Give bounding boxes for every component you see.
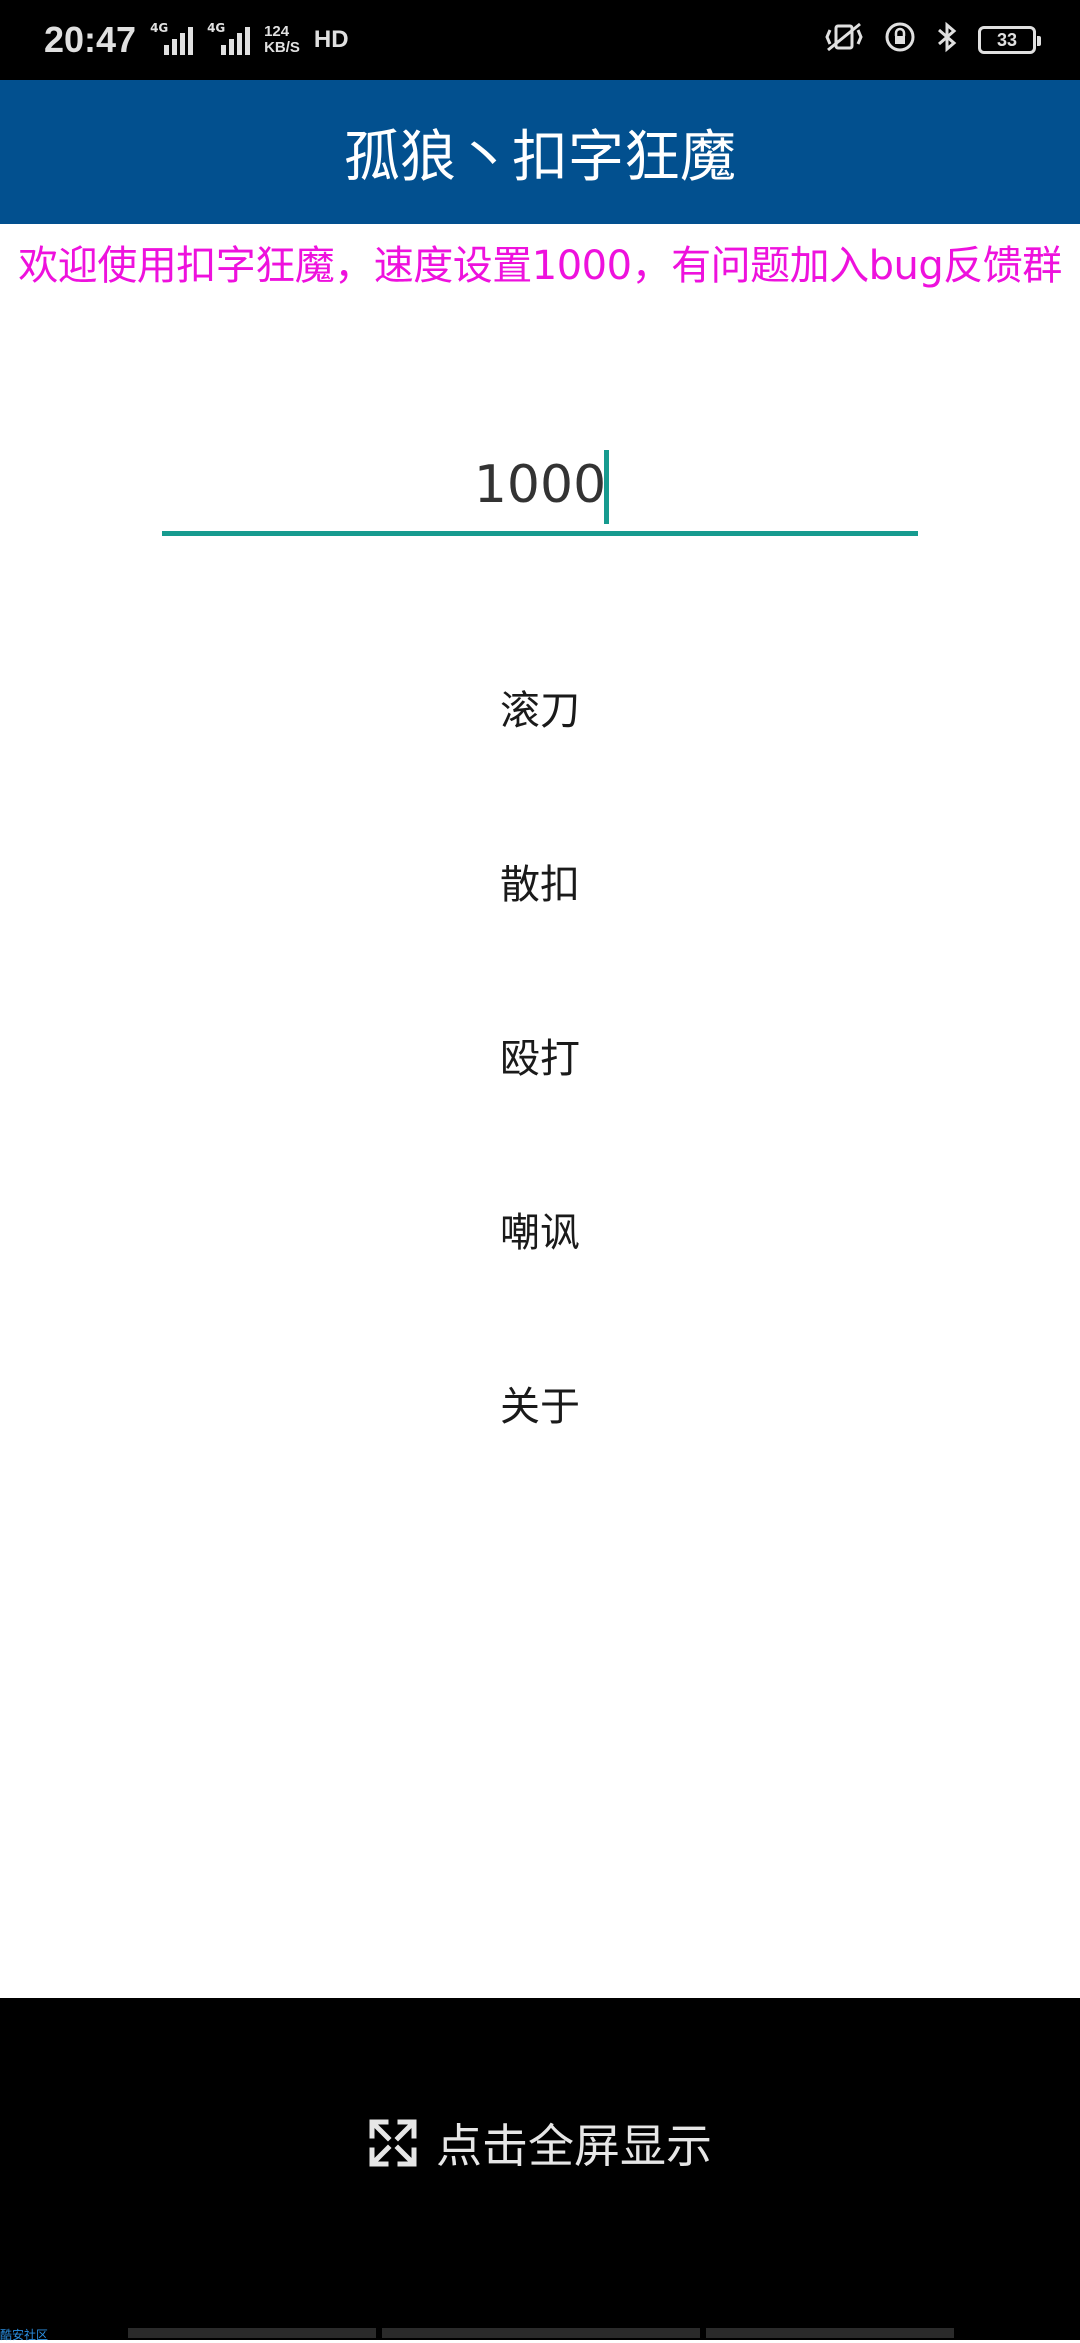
fullscreen-label: 点击全屏显示 [436, 2120, 712, 2172]
vibrate-icon [824, 22, 864, 58]
network-speed: 124 KB/S [264, 24, 300, 56]
roll-blade-button[interactable]: 滚刀 [340, 620, 740, 794]
hd-voice-icon: HD [314, 26, 349, 54]
about-button[interactable]: 关于 [340, 1316, 740, 1490]
network-speed-unit: KB/S [264, 39, 300, 56]
beat-button[interactable]: 殴打 [340, 968, 740, 1142]
speed-field[interactable] [162, 440, 918, 536]
watermark-label: 酷安社区 [0, 2328, 49, 2342]
app-bar: 孤狼丶扣字狂魔 [0, 80, 1080, 224]
hd-label: HD [313, 26, 349, 53]
signal-icon-2: 4G [207, 21, 251, 55]
network-speed-value: 124 [264, 23, 290, 40]
status-time: 20:47 [44, 19, 137, 60]
scatter-button[interactable]: 散扣 [340, 794, 740, 968]
speed-input[interactable] [162, 440, 918, 530]
nav-segment [706, 2328, 954, 2338]
welcome-notice: 欢迎使用扣字狂魔，速度设置1000，有问题加入bug反馈群 [18, 243, 1062, 289]
rotation-lock-icon [884, 21, 916, 59]
taunt-button[interactable]: 嘲讽 [340, 1142, 740, 1316]
fullscreen-bar: 点击全屏显示 [0, 1998, 1080, 2340]
network-type-label-2: 4G [207, 21, 226, 35]
signal-icon: 4G [150, 21, 194, 55]
fullscreen-button[interactable]: 点击全屏显示 [360, 2108, 720, 2178]
status-right: 33 [824, 21, 1041, 59]
status-bar: 20:47 4G 4G 124 KB/S HD 33 [0, 0, 1080, 80]
fullscreen-icon [369, 2119, 417, 2167]
app-title: 孤狼丶扣字狂魔 [344, 124, 736, 190]
battery-level: 33 [996, 29, 1018, 50]
nav-segment [128, 2328, 376, 2338]
nav-segment [382, 2328, 700, 2338]
status-left: 20:47 4G 4G 124 KB/S HD [44, 19, 349, 61]
speed-input-underline [162, 531, 918, 536]
text-caret [604, 450, 609, 524]
bluetooth-icon [936, 21, 958, 59]
battery-icon: 33 [978, 26, 1041, 54]
action-menu: 滚刀 散扣 殴打 嘲讽 关于 [0, 620, 1080, 1490]
network-type-label: 4G [150, 21, 169, 35]
